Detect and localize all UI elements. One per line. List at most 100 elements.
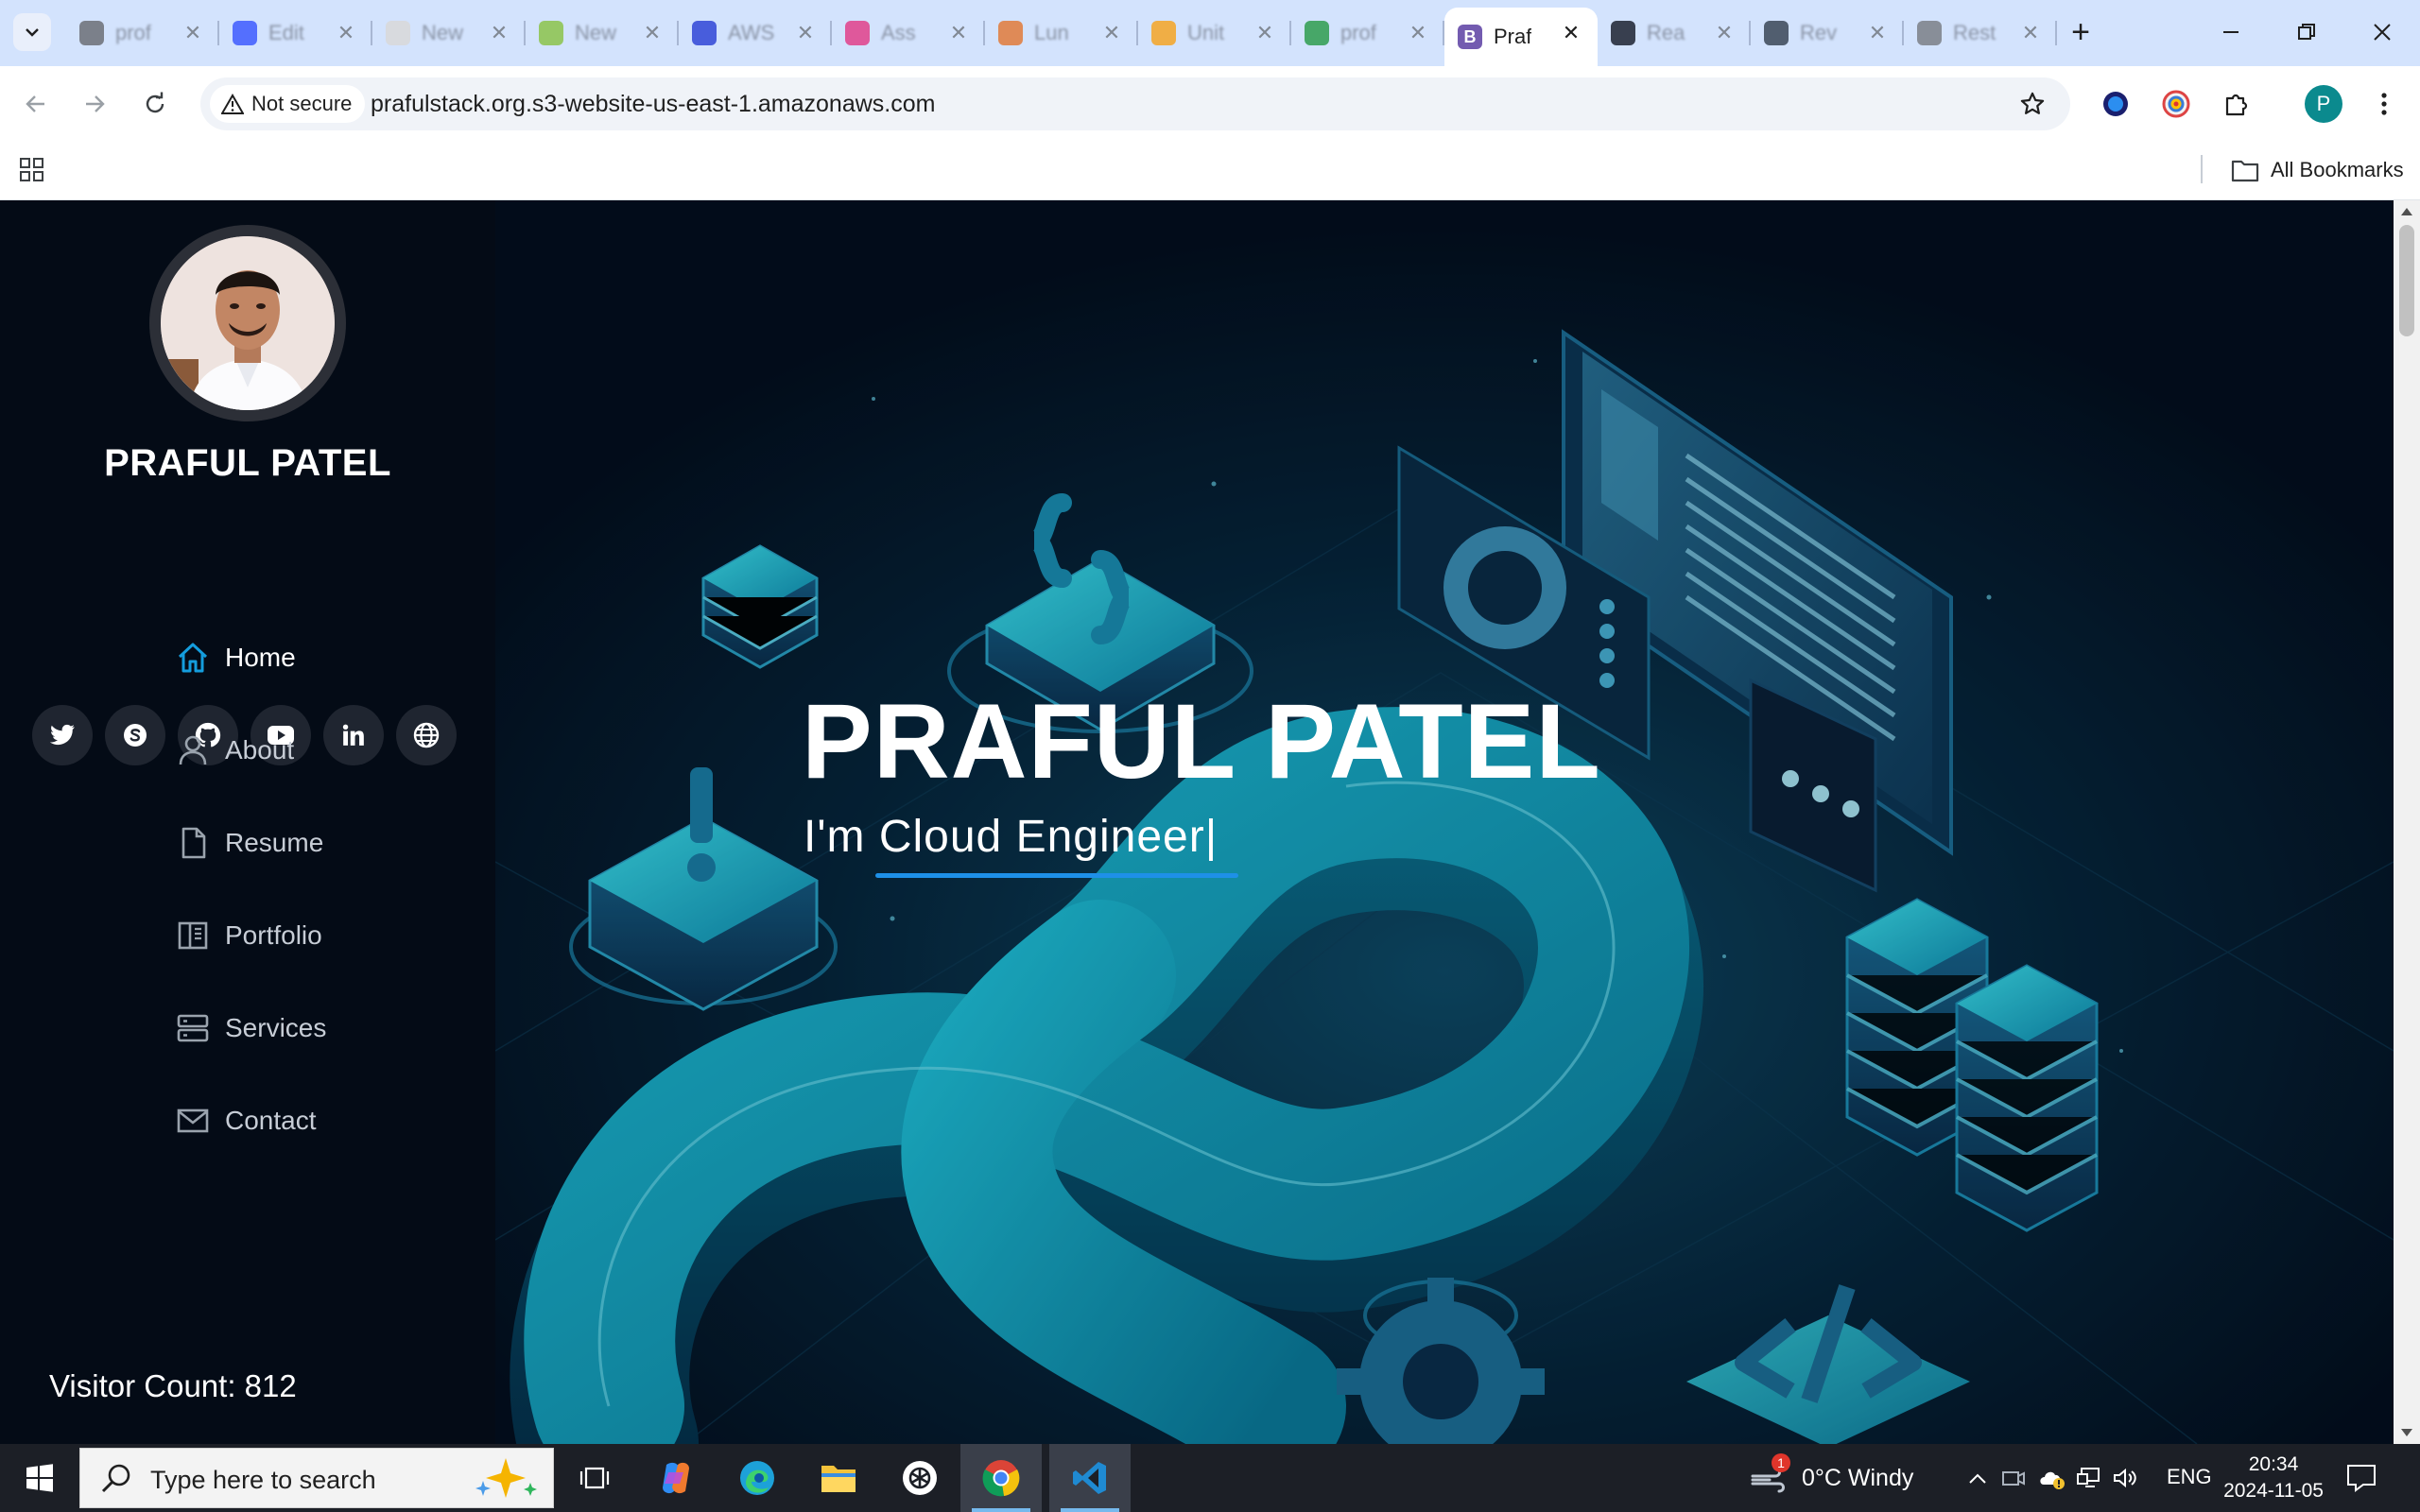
extension-2-button[interactable] [2157,85,2195,123]
extension-1-button[interactable] [2097,85,2135,123]
tab[interactable]: New ✕ [372,8,526,59]
copilot-icon [663,1462,689,1494]
tab-close-icon[interactable]: ✕ [1713,22,1736,44]
tab-close-icon[interactable]: ✕ [182,22,204,44]
file-explorer-button[interactable] [798,1444,879,1512]
tab[interactable]: Rev ✕ [1751,8,1904,59]
tab-close-icon[interactable]: ✕ [794,22,817,44]
weather-widget[interactable]: 1 0°C Windy [1751,1444,1913,1512]
apps-button[interactable] [17,155,47,185]
task-view-button[interactable] [554,1444,635,1512]
star-icon [2020,92,2045,114]
hero-background-illustration [495,200,2394,1444]
start-button[interactable] [0,1444,79,1512]
tab-favicon-icon [539,21,563,45]
back-button[interactable] [17,85,55,123]
nav-item-label: Portfolio [225,920,322,950]
hero-subtitle: I'm Cloud Engineer| [804,812,1219,862]
chrome-button[interactable] [960,1444,1042,1512]
tab[interactable]: AWS ✕ [679,8,832,59]
hero-title: PRAFUL PATEL [802,682,1601,800]
tab-title: New [575,21,617,44]
tab-favicon-icon: B [1458,25,1482,49]
warning-icon [221,94,244,114]
tab[interactable]: Ass ✕ [832,8,985,59]
tab[interactable]: Rea ✕ [1598,8,1751,59]
edge-button[interactable] [717,1444,798,1512]
security-indicator[interactable]: Not secure [210,85,366,123]
tab-favicon-icon [692,21,717,45]
nav-item-label: Contact [225,1106,317,1135]
notifications-button[interactable] [2342,1461,2380,1495]
tab[interactable]: Unit ✕ [1138,8,1291,59]
all-bookmarks-button[interactable]: All Bookmarks [2231,153,2404,187]
browser-menu-button[interactable] [2365,85,2403,123]
meet-now-button[interactable] [2000,1465,2027,1491]
close-window-button[interactable] [2354,13,2411,51]
nav-item-about[interactable]: About [174,730,420,771]
tab-close-icon[interactable]: ✕ [1253,22,1276,44]
tab-close-icon[interactable]: ✕ [2019,22,2042,44]
profile-photo [149,225,346,421]
reload-button[interactable] [136,85,174,123]
restore-button[interactable] [2278,13,2335,51]
scrollbar-thumb[interactable] [2399,225,2414,336]
tab-title: prof [1340,21,1376,44]
nav-item-services[interactable]: Services [174,1007,420,1049]
tab-title: Rea [1647,21,1685,44]
address-bar[interactable]: Not secure prafulstack.org.s3-website-us… [200,77,2070,130]
minimize-button[interactable] [2203,13,2259,51]
envelope-icon [177,1108,209,1133]
taskbar-clock[interactable]: 20:34 2024-11-05 [2212,1452,2335,1504]
tab-close-icon[interactable]: ✕ [335,22,357,44]
forward-button[interactable] [76,85,113,123]
chatgpt-icon [903,1461,937,1495]
twitter-link[interactable] [32,705,93,765]
nav-item-resume[interactable]: Resume [174,822,420,864]
tab-title: Lun [1034,21,1069,44]
tab-favicon-icon [1917,21,1942,45]
tab-close-icon[interactable]: ✕ [947,22,970,44]
tab[interactable]: prof ✕ [66,8,219,59]
extensions-button[interactable] [2218,85,2256,123]
restore-icon [2298,24,2315,40]
skype-link[interactable] [105,705,165,765]
url-text[interactable]: prafulstack.org.s3-website-us-east-1.ama… [371,91,935,118]
copilot-button[interactable] [635,1444,717,1512]
tab-close-icon[interactable]: ✕ [1100,22,1123,44]
network-button[interactable] [2076,1465,2102,1491]
tab-close-icon[interactable]: ✕ [1560,22,1582,44]
taskbar-search[interactable]: Type here to search [79,1448,554,1508]
tab[interactable]: Rest ✕ [1904,8,2057,59]
profile-avatar[interactable]: P [2305,85,2342,123]
tab-active[interactable]: B Praf ✕ [1444,8,1598,66]
tab-favicon-icon [233,21,257,45]
bookmark-star-button[interactable] [2014,85,2051,123]
nav-item-contact[interactable]: Contact [174,1100,420,1142]
new-tab-button[interactable]: + [2063,15,2099,51]
tab[interactable]: New ✕ [526,8,679,59]
tab-search-button[interactable] [13,13,51,51]
tab-close-icon[interactable]: ✕ [1866,22,1889,44]
nav-item-home[interactable]: Home [174,637,420,679]
scroll-up-arrow[interactable] [2401,208,2412,215]
volume-button[interactable] [2112,1465,2138,1491]
page-scrollbar[interactable] [2394,200,2420,1444]
tab[interactable]: Edit ✕ [219,8,372,59]
tab-close-icon[interactable]: ✕ [488,22,510,44]
camera-icon [2002,1471,2025,1486]
vscode-button[interactable] [1049,1444,1131,1512]
nav-item-portfolio[interactable]: Portfolio [174,915,420,956]
onedrive-button[interactable] [2038,1465,2065,1491]
input-language[interactable]: ENG [2167,1465,2212,1489]
clock-time: 20:34 [2248,1453,2299,1475]
chatgpt-button[interactable] [879,1444,960,1512]
scroll-down-arrow[interactable] [2401,1429,2412,1436]
search-icon [101,1464,130,1493]
tab-close-icon[interactable]: ✕ [641,22,664,44]
show-hidden-icons-button[interactable] [1964,1465,1991,1491]
tab-close-icon[interactable]: ✕ [1407,22,1429,44]
tab[interactable]: prof ✕ [1291,8,1444,59]
arrow-right-icon [86,95,105,112]
tab[interactable]: Lun ✕ [985,8,1138,59]
